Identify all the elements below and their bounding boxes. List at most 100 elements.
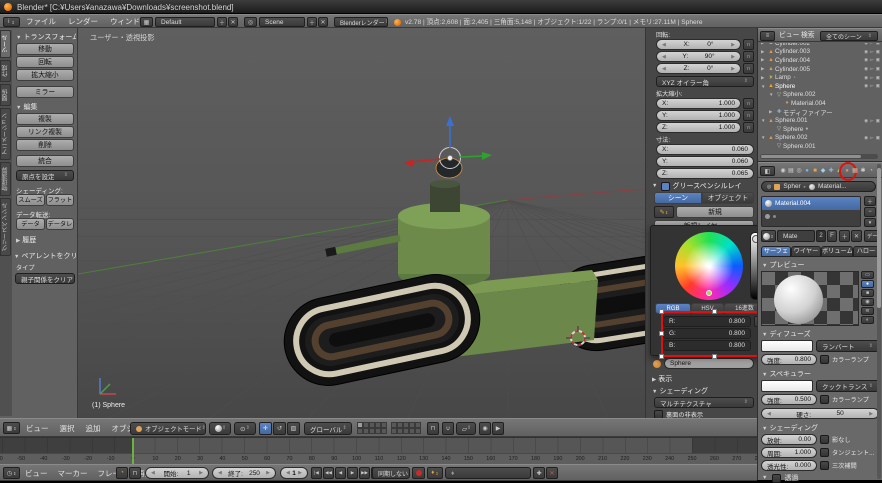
viewport-menu-add[interactable]: 追加 xyxy=(86,422,101,435)
outliner-row[interactable]: ▶ ▲ Cylinder.004 ◉▻▣ xyxy=(758,56,882,65)
tangent-shading-checkbox[interactable] xyxy=(820,448,829,457)
rotation-order-dropdown[interactable]: XYZ オイラー角⇕ xyxy=(656,76,754,87)
set-origin-dropdown[interactable]: 原点を設定⇕ xyxy=(16,170,74,181)
screen-layout-field[interactable]: Default xyxy=(155,17,215,27)
editor-type-outliner-icon[interactable]: ≡ xyxy=(760,31,775,41)
tool-shelf-tab[interactable]: 作成 xyxy=(0,60,11,82)
green-slider[interactable]: G:0.800 xyxy=(663,328,751,339)
tab-surface[interactable]: サーフェ xyxy=(761,246,791,257)
record-button[interactable] xyxy=(412,467,425,479)
material-slot-row-empty[interactable] xyxy=(762,210,860,223)
link-duplicate-button[interactable]: リンク複製 xyxy=(16,126,74,138)
ambient-slider[interactable]: 周囲:1.000 xyxy=(761,447,817,458)
tool-shelf-tab[interactable]: グリースペンシル xyxy=(0,198,11,256)
close-layout-button[interactable]: ✕ xyxy=(228,17,238,27)
move-button[interactable]: 移動 xyxy=(16,43,74,55)
tank-turret[interactable] xyxy=(398,203,490,287)
outliner-row[interactable]: ▼ ▲ Sphere ◉▻▣ xyxy=(758,82,882,91)
rotate-manipulator-icon[interactable]: ↺ xyxy=(273,422,286,435)
insert-keyframe-icon[interactable]: ✚ xyxy=(533,467,545,479)
specular-color-swatch[interactable] xyxy=(761,380,813,392)
editor-type-properties-icon[interactable]: ◧ xyxy=(760,166,775,176)
tool-shelf-tab[interactable]: アニメーション xyxy=(0,108,11,160)
diffuse-shader-dropdown[interactable]: ランバート⇕ xyxy=(816,340,879,352)
translate-manipulator-icon[interactable]: ✛ xyxy=(259,422,272,435)
tool-shelf-tab[interactable]: 物理演算 xyxy=(0,162,11,196)
backface-culling-checkbox[interactable] xyxy=(654,410,663,418)
screen-layout-icon[interactable]: ▦ xyxy=(140,17,153,27)
rotate-button[interactable]: 回転 xyxy=(16,56,74,68)
viewport-3d[interactable]: ユーザー・透視投影 (1) Sphere 回転: ◀X:0°▶ ∩ ◀Y:90°… xyxy=(78,28,757,418)
tank-track-left[interactable] xyxy=(276,266,488,393)
outliner-row[interactable]: ▶ ▲ Cylinder.005 ◉▻▣ xyxy=(758,65,882,74)
current-frame-field[interactable]: ◀1▶ xyxy=(280,467,308,479)
timeline-track[interactable] xyxy=(0,438,757,453)
browse-material-icon[interactable]: ⇕ xyxy=(761,230,776,242)
dimension-z-field[interactable]: Z:0.065 xyxy=(656,168,754,179)
keying-set-field[interactable]: ♦ xyxy=(445,467,531,479)
play-reverse-button[interactable]: ◀ xyxy=(335,467,346,479)
outliner-row[interactable]: ▼ ▲ Sphere.001 ◉▻▣ xyxy=(758,116,882,125)
material-slot-row[interactable]: Material.004 xyxy=(762,197,860,210)
orientation-dropdown[interactable]: グローバル⇕ xyxy=(304,422,352,435)
play-button[interactable]: ▶ xyxy=(347,467,358,479)
red-slider[interactable]: R:0.800 xyxy=(663,316,751,327)
hardness-slider[interactable]: ◀硬さ:50▶ xyxy=(761,408,879,419)
scale-button[interactable]: 拡大縮小 xyxy=(16,69,74,81)
diffuse-ramp-checkbox[interactable] xyxy=(820,355,829,364)
layer-toggle[interactable] xyxy=(381,428,387,434)
new-material-button[interactable]: ＋ xyxy=(839,230,850,242)
texture-tab-icon[interactable]: ▦ xyxy=(851,166,859,175)
clear-parent-dropdown[interactable]: 親子関係をクリア⇕ xyxy=(15,273,75,284)
delete-keyframe-icon[interactable]: ✕ xyxy=(546,467,558,479)
snap-element-dropdown[interactable]: ▱⇕ xyxy=(456,422,476,435)
outliner-row[interactable]: ▶ ☀ Lamp ◔ ◉▻▣ xyxy=(758,73,882,82)
render-layers-tab-icon[interactable]: ▤ xyxy=(787,166,795,175)
gp-scene-tab[interactable]: シーン xyxy=(654,192,702,204)
translucency-slider[interactable]: 透光性:0.000 xyxy=(761,460,817,471)
jump-to-next-keyframe-button[interactable]: ▶▶ xyxy=(359,467,370,479)
preview-flat-button[interactable]: ▭ xyxy=(861,271,874,279)
sync-dropdown[interactable]: 同期しない⇕ xyxy=(372,467,410,479)
lock-scale-x-icon[interactable]: ∩ xyxy=(743,98,754,109)
preview-cube-button[interactable]: ■ xyxy=(861,289,874,297)
preview-hair-button[interactable]: ≋ xyxy=(861,307,874,315)
join-button[interactable]: 統合 xyxy=(16,155,74,167)
outliner-row[interactable]: ▼ ▽ Sphere.002 ◉▻▣ xyxy=(758,91,882,100)
viewport-menu-view[interactable]: ビュー xyxy=(26,422,49,435)
render-engine-select[interactable]: Blenderレンダー⇕ xyxy=(334,17,388,27)
lock-layers-icon[interactable]: ⊓ xyxy=(427,422,439,435)
shade-flat-button[interactable]: フラット xyxy=(46,194,74,206)
menu-file[interactable]: ファイル xyxy=(26,15,56,28)
lock-rotation-x-icon[interactable]: ∩ xyxy=(743,39,754,50)
shadeless-checkbox[interactable] xyxy=(820,435,829,444)
add-slot-button[interactable]: ＋ xyxy=(864,196,876,206)
rotation-x-field[interactable]: ◀X:0°▶ xyxy=(656,39,741,50)
scale-x-field[interactable]: X:1.000 xyxy=(656,98,741,109)
viewport-shading-dropdown[interactable]: ⇕ xyxy=(209,422,231,435)
tool-shelf-tab[interactable]: ツール xyxy=(0,30,11,58)
keying-set-type-icon[interactable]: ♦⇕ xyxy=(427,467,443,479)
render-opengl-icon[interactable]: ◉ xyxy=(479,422,491,435)
manipulator-center[interactable] xyxy=(448,156,453,161)
tab-rgb[interactable]: RGB xyxy=(655,303,691,314)
emit-slider[interactable]: 放射:0.00 xyxy=(761,434,817,445)
data-transfer-button[interactable]: データ xyxy=(16,218,45,230)
lock-rotation-z-icon[interactable]: ∩ xyxy=(743,63,754,74)
physics-tab-icon[interactable]: ◔ xyxy=(867,166,875,175)
mode-dropdown[interactable]: オブジェクトモード⇕ xyxy=(130,422,206,435)
material-users-button[interactable]: 2 xyxy=(816,230,826,242)
layer-toggle[interactable] xyxy=(415,428,421,434)
menu-render[interactable]: レンダー xyxy=(68,15,98,28)
tab-halo[interactable]: ハロー xyxy=(853,246,879,257)
dimension-y-field[interactable]: Y:0.060 xyxy=(656,156,754,167)
frame-start-field[interactable]: ◀開始:1▶ xyxy=(145,467,209,479)
scale-y-field[interactable]: Y:1.000 xyxy=(656,110,741,121)
preview-range-icon[interactable]: ◔ xyxy=(116,467,128,479)
tab-hsv[interactable]: HSV xyxy=(691,303,724,314)
lock-scale-y-icon[interactable]: ∩ xyxy=(743,110,754,121)
outliner-row[interactable]: ▶ ▲ Cylinder.003 ◉▻▣ xyxy=(758,48,882,57)
shade-smooth-button[interactable]: スムーズ xyxy=(16,194,45,206)
rotation-y-field[interactable]: ◀Y:90°▶ xyxy=(656,51,741,62)
tool-shelf-tab[interactable]: 関係 xyxy=(0,84,11,106)
